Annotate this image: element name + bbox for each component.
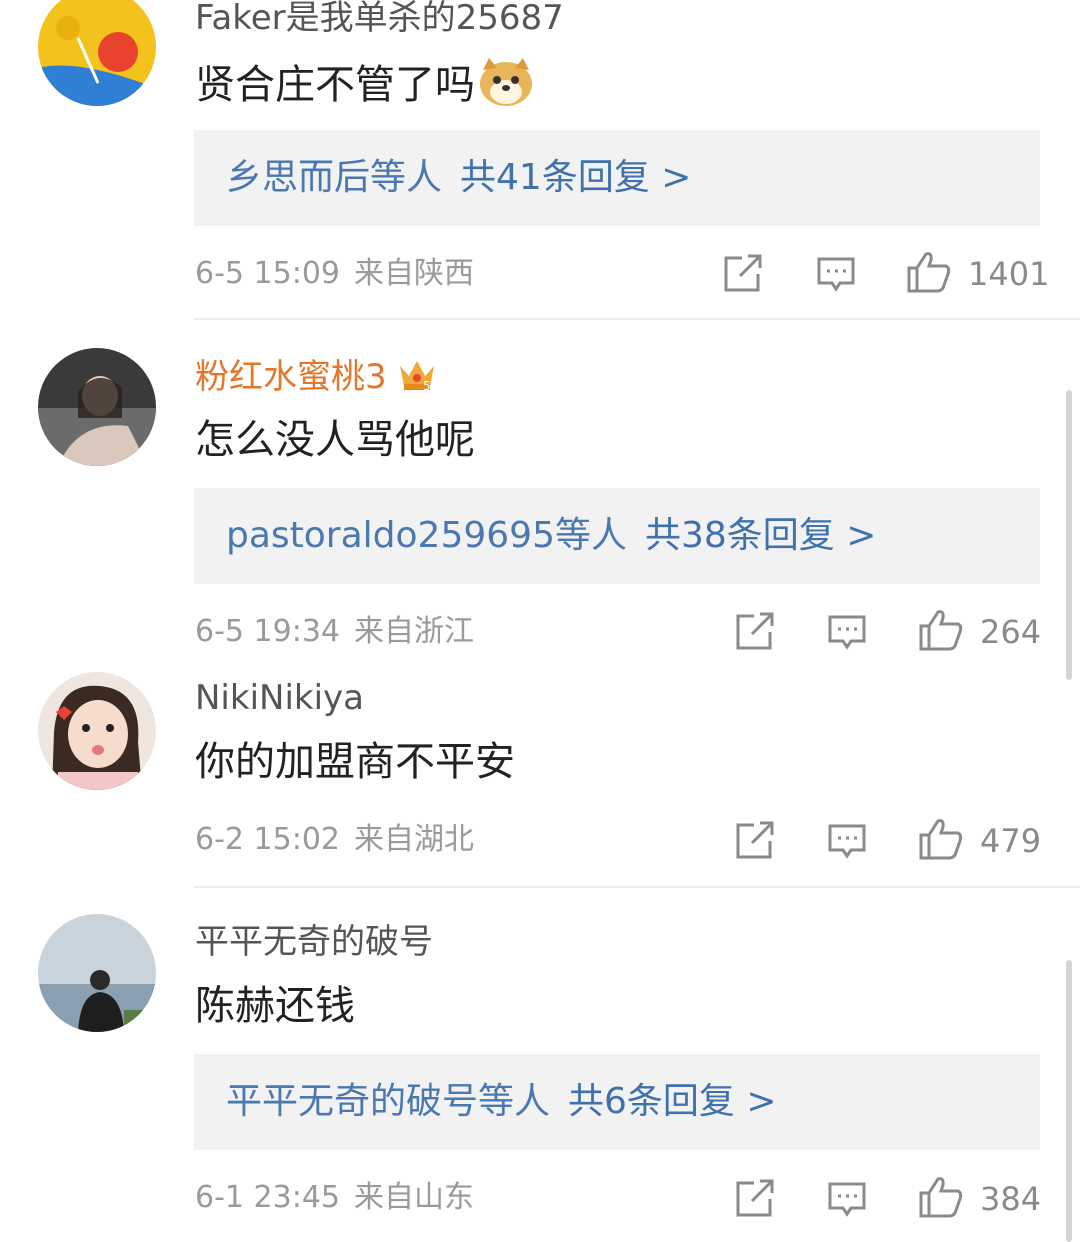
divider <box>194 318 1080 320</box>
share-icon[interactable] <box>734 821 776 865</box>
avatar[interactable] <box>38 914 156 1032</box>
reply-summary[interactable]: pastoraldo259695等人 共38条回复 > <box>194 488 1040 584</box>
reply-count-link[interactable]: 共6条回复 > <box>568 1081 777 1122</box>
comment-icon[interactable] <box>827 821 867 865</box>
comment-date: 6-5 15:09 <box>195 256 340 291</box>
reply-etc: 等人 <box>554 515 627 556</box>
svg-text:5: 5 <box>423 379 431 392</box>
share-icon[interactable] <box>722 254 764 298</box>
username[interactable]: 粉红水蜜桃3 5 <box>195 356 437 401</box>
like-count: 1401 <box>968 255 1050 293</box>
reply-etc: 等人 <box>370 157 443 198</box>
reply-user[interactable]: 平平无奇的破号 <box>226 1081 478 1122</box>
comment-icon[interactable] <box>827 1179 867 1223</box>
avatar[interactable] <box>38 0 156 106</box>
comment-icon[interactable] <box>827 612 867 656</box>
comment-date: 6-5 19:34 <box>195 614 340 649</box>
comment-location: 来自陕西 <box>354 256 474 291</box>
like-icon[interactable] <box>906 250 952 298</box>
comment-item: Faker是我单杀的25687 贤合庄不管了吗 乡思而后等人 共41条回复 > 6… <box>0 0 1080 320</box>
comment-location: 来自浙江 <box>354 614 474 649</box>
divider <box>194 886 1080 888</box>
username[interactable]: NikiNikiya <box>195 678 364 718</box>
comment-location: 来自湖北 <box>354 822 474 857</box>
reply-user[interactable]: pastoraldo259695 <box>226 515 555 556</box>
like-icon[interactable] <box>918 608 964 656</box>
like-count: 264 <box>980 613 1042 651</box>
comment-meta: 6-1 23:45 来自山东 <box>195 1180 474 1216</box>
comment-meta: 6-2 15:02 来自湖北 <box>195 822 474 858</box>
username[interactable]: 平平无奇的破号 <box>195 922 433 962</box>
share-icon[interactable] <box>734 612 776 656</box>
comment-meta: 6-5 19:34 来自浙江 <box>195 614 474 650</box>
comment-location: 来自山东 <box>354 1180 474 1215</box>
like-count: 479 <box>980 822 1042 860</box>
comment-text: 你的加盟商不平安 <box>195 739 515 785</box>
reply-count-link[interactable]: 共38条回复 > <box>645 515 876 556</box>
username-text[interactable]: 粉红水蜜桃3 <box>195 357 387 397</box>
comment-meta: 6-5 15:09 来自陕西 <box>195 256 474 292</box>
comment-text-content: 贤合庄不管了吗 <box>195 62 475 108</box>
avatar[interactable] <box>38 672 156 790</box>
comment-text: 怎么没人骂他呢 <box>195 417 475 463</box>
reply-summary[interactable]: 乡思而后等人 共41条回复 > <box>194 130 1040 226</box>
avatar[interactable] <box>38 348 156 466</box>
comment-date: 6-2 15:02 <box>195 822 340 857</box>
comment-text: 贤合庄不管了吗 <box>195 56 535 119</box>
comment-date: 6-1 23:45 <box>195 1180 340 1215</box>
like-count: 384 <box>980 1180 1042 1218</box>
comment-icon[interactable] <box>816 254 856 298</box>
share-icon[interactable] <box>734 1179 776 1223</box>
doge-emoji-icon <box>477 56 535 119</box>
reply-count-link[interactable]: 共41条回复 > <box>460 157 691 198</box>
username[interactable]: Faker是我单杀的25687 <box>195 0 564 38</box>
reply-summary[interactable]: 平平无奇的破号等人 共6条回复 > <box>194 1054 1040 1150</box>
crown-icon: 5 <box>397 356 437 401</box>
scrollbar[interactable] <box>1066 390 1072 680</box>
comment-text: 陈赫还钱 <box>195 983 355 1029</box>
reply-user[interactable]: 乡思而后 <box>226 157 370 198</box>
reply-etc: 等人 <box>478 1081 551 1122</box>
like-icon[interactable] <box>918 1175 964 1223</box>
like-icon[interactable] <box>918 817 964 865</box>
scrollbar[interactable] <box>1066 960 1072 1242</box>
